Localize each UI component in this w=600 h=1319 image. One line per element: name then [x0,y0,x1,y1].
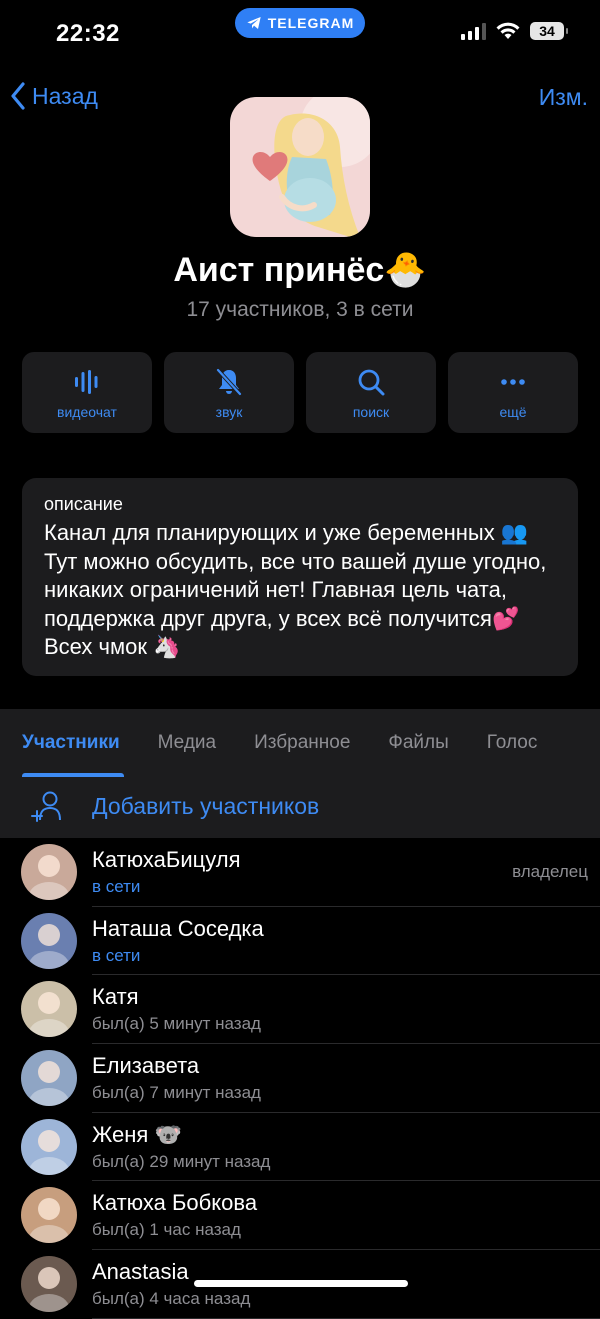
edit-button[interactable]: Изм. [539,84,588,111]
search-button[interactable]: поиск [306,352,436,433]
tab-files[interactable]: Файлы [388,709,448,777]
member-status: был(а) 29 минут назад [92,1151,271,1171]
action-bar: видеочат звук поиск ещё [22,352,578,433]
member-row[interactable]: КатюхаБицуля в сети владелец [0,838,600,907]
member-row[interactable]: Наташа Соседка в сети [0,907,600,976]
member-status: был(а) 4 часа назад [92,1289,251,1309]
tab-members[interactable]: Участники [22,709,124,777]
tab-media[interactable]: Медиа [158,709,216,777]
wifi-icon [496,22,520,39]
member-name: КатюхаБицуля [92,847,241,872]
avatar[interactable] [21,1187,77,1244]
telegram-icon [247,17,261,29]
member-status: в сети [92,945,141,965]
members-list: КатюхаБицуля в сети владелец Наташа Соседка… [0,838,600,1319]
member-row[interactable]: Елизавета был(а) 7 минут назад [0,1044,600,1113]
video-chat-icon [75,369,98,394]
more-icon [501,378,525,385]
tab-favorites[interactable]: Избранное [254,709,350,777]
tab-voice[interactable]: Голос [487,709,538,777]
add-members-button[interactable]: Добавить участников [0,777,600,838]
member-status: был(а) 1 час назад [92,1220,241,1240]
member-photo [21,1256,77,1313]
member-name: Елизавета [92,1053,200,1079]
member-name: Anastasia [92,1259,189,1285]
member-name: Женя 🐨 [92,1121,182,1147]
status-bar: 22:32 TELEGRAM 34 [0,0,600,70]
member-status: был(а) 7 минут назад [92,1083,261,1103]
avatar[interactable] [21,1118,77,1175]
add-user-icon [31,791,61,822]
clock: 22:32 [56,20,120,47]
member-name: Катюха Бобкова [92,1190,258,1216]
member-status: в сети [92,877,141,896]
group-subtitle: 17 участников, 3 в сети [186,298,414,321]
member-photo [21,1050,77,1107]
battery-icon: 34 [530,22,568,40]
avatar[interactable] [21,844,77,900]
back-label: Назад [32,82,98,109]
more-button[interactable]: ещё [448,352,578,433]
pregnant-woman-illustration [230,97,370,237]
member-photo [21,912,77,969]
member-photo [21,844,77,900]
video-chat-button[interactable]: видеочат [22,352,152,433]
member-name: Катя [92,984,139,1010]
tab-bar: Участники Медиа Избранное Файлы Голос [0,709,600,777]
mute-button[interactable]: звук [164,352,294,433]
description-text: Канал для планирующих и уже беременных 👥… [44,520,547,659]
search-icon [358,369,385,395]
telegram-pill[interactable]: TELEGRAM [235,8,365,38]
telegram-pill-label: TELEGRAM [267,15,355,31]
description-card: описание Канал для планирующих и уже бер… [22,478,578,676]
avatar[interactable] [21,912,77,969]
home-indicator [194,1280,408,1287]
member-name: Наташа Соседка [92,915,264,941]
add-members-label: Добавить участников [92,793,320,819]
cellular-signal-icon [461,22,486,40]
mute-bell-icon [216,368,242,395]
more-label: ещё [499,403,527,420]
group-avatar[interactable] [230,97,370,237]
member-photo [21,1187,77,1244]
chevron-left-icon [11,82,25,110]
avatar[interactable] [21,1050,77,1107]
group-title: Аист принёс🐣 [173,251,427,289]
member-row[interactable]: Катюха Бобкова был(а) 1 час назад [0,1181,600,1251]
member-photo [21,1118,77,1175]
member-row[interactable]: Женя 🐨 был(а) 29 минут назад [0,1113,600,1182]
member-row[interactable]: Катя был(а) 5 минут назад [0,975,600,1045]
video-chat-label: видеочат [57,403,117,420]
member-status: был(а) 5 минут назад [92,1014,261,1034]
description-label: описание [44,494,123,514]
avatar[interactable] [21,981,77,1038]
avatar[interactable] [21,1256,77,1313]
member-role: владелец [512,862,588,881]
mute-label: звук [215,403,243,420]
back-button[interactable]: Назад [10,82,98,110]
member-photo [21,981,77,1038]
search-label: поиск [352,403,390,420]
